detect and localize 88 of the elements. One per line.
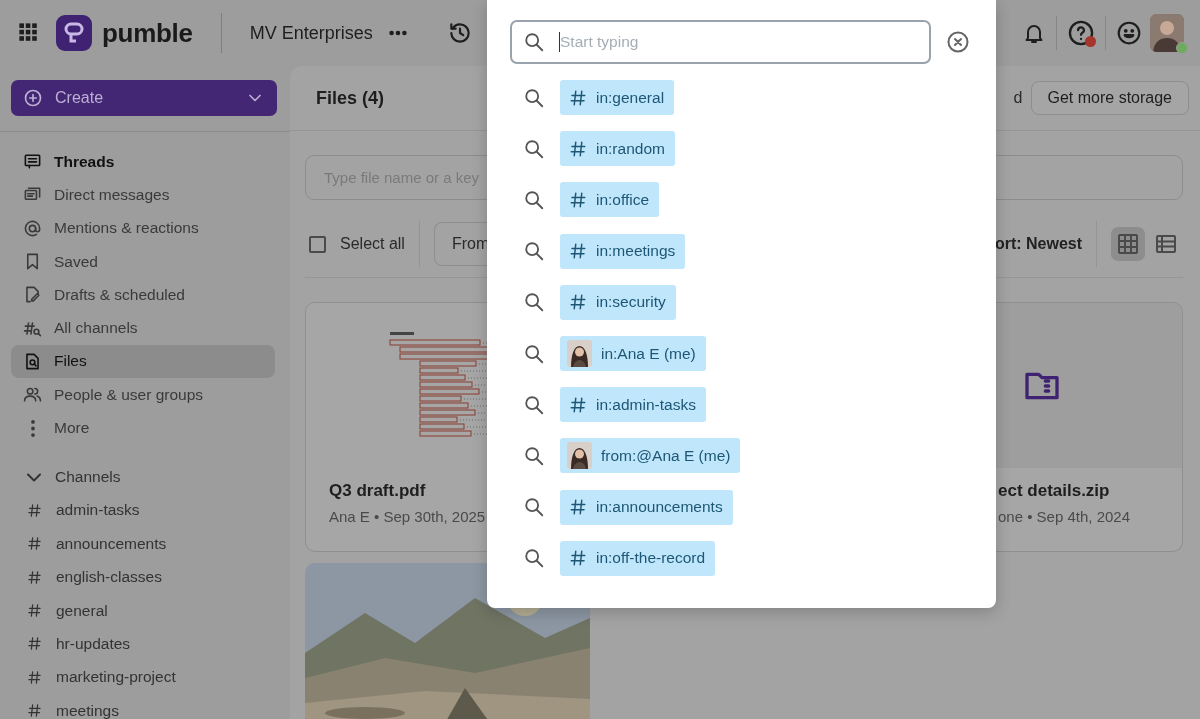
search-suggestion[interactable]: in:announcements bbox=[560, 489, 733, 525]
question-icon bbox=[1067, 19, 1095, 47]
hash-icon bbox=[569, 242, 587, 261]
storage-note: d bbox=[1013, 89, 1023, 107]
search-suggestion[interactable]: in:security bbox=[560, 284, 676, 320]
hash-icon bbox=[569, 395, 587, 414]
sidebar-item[interactable]: Drafts & scheduled bbox=[11, 278, 275, 312]
file-meta: one • Sep 4th, 2024 bbox=[997, 508, 1131, 525]
hash-icon bbox=[27, 569, 42, 585]
search-suggestion[interactable]: in:Ana E (me) bbox=[560, 336, 706, 372]
channel-item[interactable]: marketing-project bbox=[11, 660, 277, 694]
workspace-name[interactable]: MV Enterprises bbox=[249, 22, 373, 44]
search-icon bbox=[523, 547, 545, 570]
sidebar-item[interactable]: All channels bbox=[11, 311, 275, 345]
threads-icon bbox=[23, 152, 42, 172]
channels-section-header[interactable]: Channels bbox=[11, 460, 277, 494]
search-icon bbox=[523, 291, 545, 314]
avatar-icon[interactable] bbox=[1150, 14, 1184, 52]
search-suggestion[interactable]: in:admin-tasks bbox=[560, 387, 706, 423]
hash-icon bbox=[27, 536, 42, 552]
create-button[interactable]: Create bbox=[11, 80, 277, 116]
file-name: ect details.zip bbox=[997, 481, 1110, 501]
hash-icon bbox=[27, 603, 42, 619]
search-icon bbox=[523, 393, 545, 416]
hash-icon bbox=[27, 703, 42, 719]
search-icon bbox=[523, 188, 545, 211]
sidebar-item[interactable]: Threads bbox=[11, 145, 275, 179]
online-status-dot bbox=[1176, 42, 1188, 54]
list-icon bbox=[1156, 234, 1176, 254]
channel-item[interactable]: hr-updates bbox=[11, 627, 277, 661]
channel-item[interactable]: meetings bbox=[11, 694, 277, 719]
hash-icon bbox=[27, 669, 42, 685]
hash-icon bbox=[27, 636, 42, 652]
search-suggestion[interactable]: in:random bbox=[560, 131, 675, 167]
sort-label[interactable]: ort: Newest bbox=[994, 235, 1082, 253]
search-suggestion[interactable]: in:office bbox=[560, 182, 660, 218]
search-icon bbox=[523, 444, 545, 467]
search-suggestion[interactable]: in:general bbox=[560, 80, 675, 116]
brand-name: pumble bbox=[102, 17, 193, 49]
channel-item[interactable]: general bbox=[11, 593, 277, 628]
search-icon bbox=[523, 31, 545, 53]
channel-item[interactable]: english-classes bbox=[11, 560, 277, 594]
hash-icon bbox=[569, 549, 587, 568]
channel-item[interactable]: announcements bbox=[11, 527, 277, 561]
people-icon bbox=[23, 385, 42, 405]
hash-icon bbox=[569, 190, 587, 209]
hash-icon bbox=[569, 88, 587, 107]
notification-dot bbox=[1085, 36, 1096, 47]
sidebar-item[interactable]: Direct messages bbox=[11, 178, 275, 212]
hash-icon bbox=[27, 502, 42, 518]
more-icon bbox=[31, 419, 35, 437]
search-suggestion[interactable]: in:meetings bbox=[560, 233, 686, 269]
grid-view-button[interactable] bbox=[1111, 227, 1145, 261]
sidebar-item[interactable]: Saved bbox=[11, 244, 275, 279]
channel-item[interactable]: admin-tasks bbox=[11, 493, 277, 528]
checkbox[interactable] bbox=[309, 235, 326, 253]
hash-icon bbox=[569, 139, 587, 158]
logo-icon bbox=[56, 15, 92, 51]
file-card[interactable]: ect details.zip one • Sep 4th, 2024 bbox=[996, 302, 1183, 552]
get-storage-button[interactable]: Get more storage bbox=[1030, 81, 1189, 115]
apps-grid-icon[interactable] bbox=[18, 22, 40, 44]
page-title: Files (4) bbox=[316, 87, 385, 109]
plus-circle-icon bbox=[23, 88, 43, 108]
file-search-icon bbox=[23, 351, 42, 371]
search-suggestion[interactable]: in:off-the-record bbox=[560, 540, 716, 576]
smiley-icon[interactable] bbox=[1116, 20, 1142, 46]
sidebar-item[interactable]: Files bbox=[11, 344, 275, 379]
at-sign-icon bbox=[23, 218, 42, 238]
clear-icon[interactable] bbox=[946, 30, 970, 54]
search-icon bbox=[523, 342, 545, 365]
avatar-icon bbox=[567, 340, 592, 368]
search-icon bbox=[523, 137, 545, 160]
file-meta: Ana E • Sep 30th, 2025 bbox=[329, 508, 486, 525]
avatar-icon bbox=[567, 442, 592, 470]
help-icon[interactable] bbox=[1067, 19, 1095, 47]
pencil-page-icon bbox=[23, 285, 42, 305]
sidebar-item[interactable]: Mentions & reactions bbox=[11, 211, 275, 245]
search-suggestion[interactable]: from:@Ana E (me) bbox=[560, 438, 741, 474]
search-icon bbox=[523, 86, 545, 109]
grid-icon bbox=[1118, 234, 1138, 254]
search-icon bbox=[523, 240, 545, 263]
sidebar-item[interactable]: People & user groups bbox=[11, 378, 275, 412]
select-all-label[interactable]: Select all bbox=[340, 235, 405, 253]
search-icon bbox=[523, 496, 545, 519]
hash-icon bbox=[569, 293, 587, 312]
hash-icon bbox=[569, 498, 587, 517]
sidebar-item[interactable]: More bbox=[11, 411, 275, 445]
file-name: Q3 draft.pdf bbox=[329, 481, 426, 501]
